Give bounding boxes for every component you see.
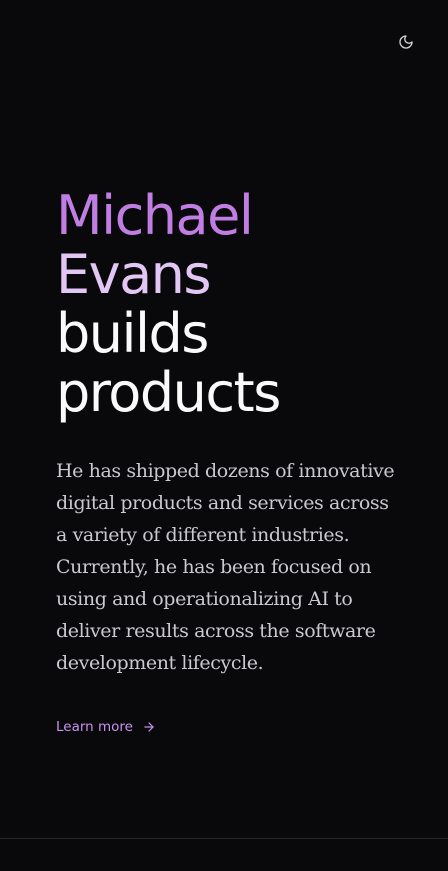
learn-more-label: Learn more bbox=[56, 719, 133, 735]
hero-bio: He has shipped dozens of innovative digi… bbox=[56, 460, 395, 674]
hero-headline: Michael Evans builds products bbox=[56, 186, 396, 422]
headline-verb: builds bbox=[56, 302, 209, 365]
hero-section: Michael Evans builds products He has shi… bbox=[56, 186, 396, 735]
learn-more-link[interactable]: Learn more bbox=[56, 719, 156, 735]
headline-last-name: Evans bbox=[56, 243, 212, 306]
arrow-right-icon bbox=[144, 722, 154, 732]
headline-object: products bbox=[56, 361, 281, 424]
theme-toggle-button[interactable] bbox=[396, 32, 416, 52]
moon-icon bbox=[399, 35, 413, 49]
footer-divider bbox=[0, 838, 448, 839]
headline-first-name: Michael bbox=[56, 184, 254, 247]
